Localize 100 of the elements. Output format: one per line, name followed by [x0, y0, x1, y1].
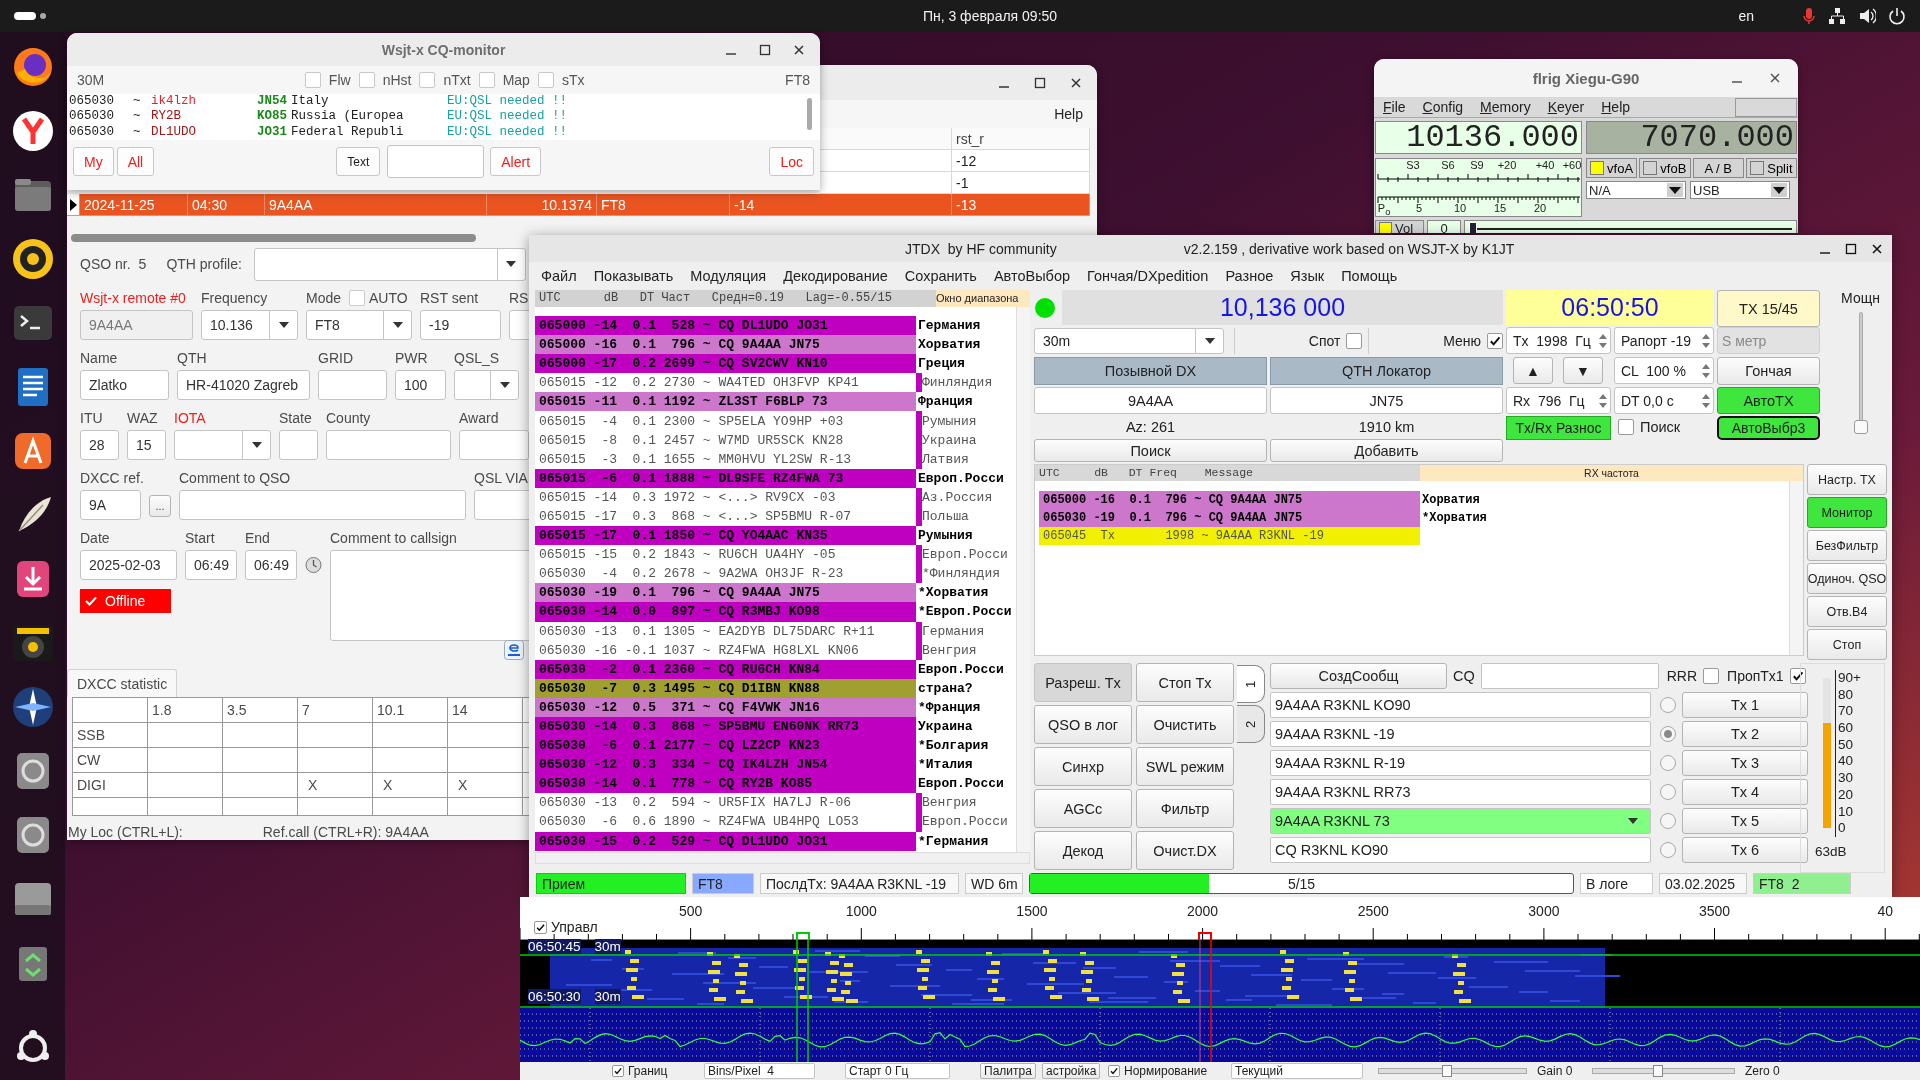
input-field[interactable]: 28 [80, 430, 119, 460]
checkbox[interactable] [304, 72, 321, 88]
tx-button[interactable]: Tx 4 [1682, 779, 1808, 805]
side-button[interactable]: Стоп [1807, 629, 1887, 660]
control-button[interactable]: Очистить [1136, 705, 1234, 744]
control-button[interactable]: SWL режим [1136, 747, 1234, 786]
message-field[interactable]: 9A4AA R3KNL 73 [1270, 808, 1651, 834]
dropdown[interactable]: Текущий [1231, 1063, 1363, 1079]
radio-button[interactable] [1660, 755, 1676, 771]
control-button[interactable]: Очист.DX [1136, 831, 1234, 870]
checkbox[interactable] [1618, 418, 1634, 435]
dropdown[interactable]: USB [1690, 181, 1790, 199]
tx-period-button[interactable]: TX 15/45 [1717, 290, 1820, 327]
close-icon[interactable] [1069, 75, 1083, 90]
side-button[interactable]: Монитор [1807, 497, 1887, 528]
text-button[interactable]: Text [336, 147, 381, 176]
add-button[interactable]: Добавить [1270, 439, 1503, 462]
app-icon[interactable] [10, 685, 55, 729]
tx-button[interactable]: Tx 3 [1682, 750, 1808, 776]
checkbox[interactable] [478, 72, 495, 88]
table-cell[interactable]: -1 [952, 172, 1090, 194]
rx-marker-icon[interactable] [796, 932, 810, 940]
all-button[interactable]: All [116, 147, 155, 176]
input-field[interactable]: 06:49 [245, 550, 297, 580]
radio-button[interactable] [1660, 697, 1676, 713]
rx-frequency-field[interactable]: Rx 796 Гц [1506, 387, 1611, 414]
report-field[interactable]: Рапорт -19 [1614, 327, 1714, 354]
radio-button[interactable] [1660, 842, 1676, 858]
alert-button[interactable]: Alert [490, 147, 542, 176]
menu-item[interactable]: Сохранить [904, 268, 977, 284]
tab[interactable]: DXCC statistic [67, 669, 177, 697]
table-cell[interactable] [820, 150, 952, 172]
dropdown[interactable]: FT8 [306, 310, 412, 340]
toggle-button[interactable]: vfoB [1639, 158, 1691, 178]
checkbox[interactable] [612, 1065, 624, 1077]
input-field[interactable]: Zlatko [80, 370, 169, 400]
menu-item[interactable]: Разное [1225, 268, 1274, 284]
dx-call-field[interactable]: 9A4AA [1034, 387, 1267, 414]
message-field[interactable]: CQ R3KNL KO90 [1270, 837, 1651, 863]
maximize-icon[interactable] [1033, 75, 1047, 90]
side-button[interactable]: Одиноч. QSO [1807, 563, 1887, 594]
maximize-icon[interactable] [758, 42, 772, 57]
input-field[interactable]: 9A [80, 490, 141, 520]
offline-toggle[interactable]: Offline [80, 589, 171, 613]
input-field[interactable] [318, 370, 387, 400]
activities-icon[interactable] [14, 11, 48, 21]
checkbox[interactable] [1703, 668, 1720, 684]
control-button[interactable]: Разреш. Tx [1034, 663, 1132, 702]
power-icon[interactable] [1888, 7, 1906, 25]
radio-button[interactable] [1660, 813, 1676, 829]
band-dropdown[interactable]: 30m [1034, 328, 1224, 354]
loc-button[interactable]: Loc [769, 147, 814, 176]
toggle-button[interactable]: Палитра [980, 1063, 1036, 1079]
radio-button[interactable] [1660, 726, 1676, 742]
control-button[interactable]: Стоп Tx [1136, 663, 1234, 702]
checkbox[interactable] [1346, 333, 1363, 349]
checkbox[interactable] [349, 290, 366, 306]
dt-field[interactable]: DT 0,0 с [1614, 387, 1714, 414]
control-button[interactable]: Фильтр [1136, 789, 1234, 828]
table-cell[interactable]: -12 [952, 150, 1090, 172]
up-button[interactable]: ▲ [1513, 357, 1553, 384]
menu-item[interactable]: Help [1601, 99, 1631, 115]
app-icon[interactable] [10, 237, 55, 281]
menu-item[interactable]: Help [1054, 106, 1083, 122]
slider[interactable] [1378, 1068, 1527, 1074]
lookup-button[interactable]: Поиск [1034, 439, 1267, 462]
checkbox[interactable] [1789, 668, 1806, 684]
menu-item[interactable]: Язык [1290, 268, 1325, 284]
tx-button[interactable]: Tx 6 [1682, 837, 1808, 863]
checkbox[interactable] [534, 920, 547, 934]
checkbox[interactable] [1108, 1065, 1120, 1077]
frequency-display[interactable]: 7070.000 [1586, 121, 1797, 154]
table-cell[interactable] [820, 172, 952, 194]
text-field[interactable] [387, 145, 485, 178]
message-field[interactable]: 9A4AA R3KNL -19 [1270, 721, 1651, 747]
column-header[interactable]: rst_r [952, 128, 1090, 150]
table-row[interactable]: 2024-11-25 04:30 9A4AA 10.1374 FT8 -14 -13 [67, 194, 1097, 216]
menu-item[interactable]: Показывать [593, 268, 674, 284]
dropdown[interactable]: N/A [1586, 181, 1686, 199]
input-field[interactable]: 100 [395, 370, 446, 400]
toggle-button[interactable]: Split [1745, 158, 1797, 178]
message-field[interactable]: 9A4AA R3KNL R-19 [1270, 750, 1651, 776]
auto-tx-button[interactable]: АвтоTX [1717, 387, 1820, 414]
network-icon[interactable] [1828, 7, 1846, 25]
menu-item[interactable]: Keyer [1547, 99, 1585, 115]
my-button[interactable]: My [73, 147, 114, 176]
cl-field[interactable]: CL 100 % [1614, 357, 1714, 384]
menu-item[interactable]: Декодирование [783, 268, 888, 284]
input-field[interactable] [474, 490, 529, 520]
menu-item[interactable]: Memory [1480, 99, 1531, 115]
clock-icon[interactable] [305, 555, 322, 574]
generate-button[interactable]: СоздСообщ [1270, 663, 1447, 689]
microphone-icon[interactable] [1802, 7, 1816, 25]
tab[interactable]: 1 [1237, 665, 1265, 703]
checkbox[interactable] [419, 72, 436, 88]
menu-item[interactable]: Файл [541, 268, 577, 284]
input-field[interactable] [279, 430, 318, 460]
eqsl-icon[interactable] [504, 640, 524, 660]
control-button[interactable]: QSO в лог [1034, 705, 1132, 744]
checkbox[interactable] [537, 72, 554, 88]
